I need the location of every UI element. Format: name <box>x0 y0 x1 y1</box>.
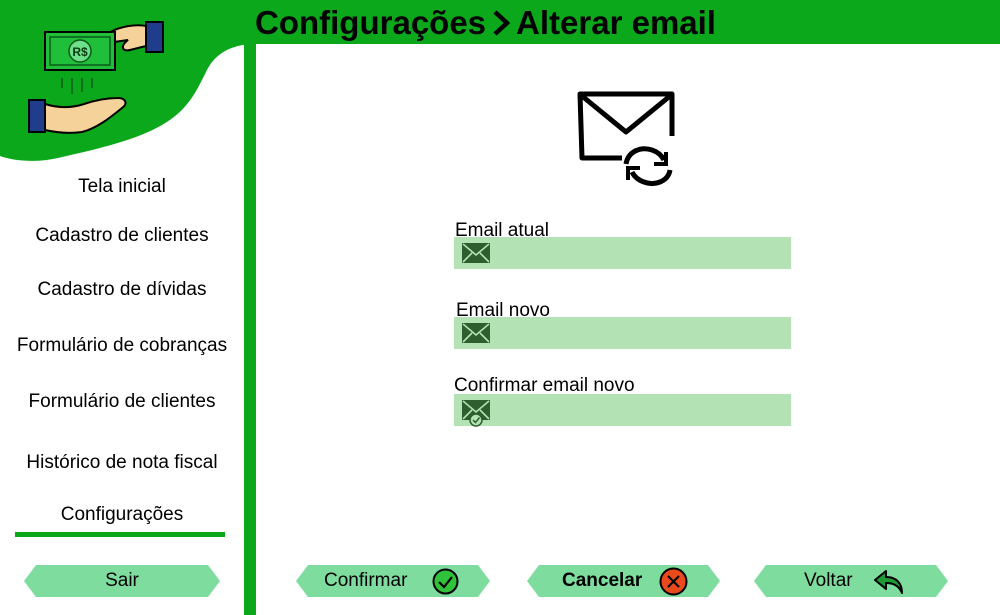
sidebar-item-configuracoes[interactable]: Configurações <box>0 504 244 526</box>
cancel-button[interactable]: Cancelar <box>527 565 720 597</box>
sidebar-item-formulario-clientes[interactable]: Formulário de clientes <box>0 391 244 413</box>
sidebar-item-cadastro-dividas[interactable]: Cadastro de dívidas <box>0 279 244 301</box>
logout-button-label: Sair <box>105 570 139 591</box>
chevron-right-icon <box>492 2 511 44</box>
breadcrumb-subsection: Alterar email <box>516 4 716 41</box>
email-atual-input[interactable] <box>494 237 784 269</box>
confirm-button-label: Confirmar <box>324 570 408 591</box>
envelope-icon <box>462 323 490 343</box>
sidebar-item-historico-nota-fiscal[interactable]: Histórico de nota fiscal <box>0 452 244 474</box>
envelope-icon <box>462 243 490 263</box>
cancel-button-label: Cancelar <box>562 570 643 591</box>
confirmar-email-input[interactable] <box>494 394 784 426</box>
sidebar-item-formulario-cobrancas[interactable]: Formulário de cobranças <box>0 335 244 357</box>
check-circle-icon <box>432 568 459 595</box>
email-refresh-icon <box>577 91 675 186</box>
active-item-indicator <box>15 532 225 537</box>
email-novo-field <box>454 317 791 349</box>
return-arrow-icon <box>874 570 903 594</box>
breadcrumb-section[interactable]: Configurações <box>255 4 486 41</box>
money-hand-logo: R$ <box>28 21 164 134</box>
logout-button[interactable]: Sair <box>24 565 220 597</box>
back-button-label: Voltar <box>804 570 853 591</box>
cancel-circle-icon <box>659 567 688 596</box>
confirmar-email-field <box>454 394 791 427</box>
back-button[interactable]: Voltar <box>754 565 948 597</box>
envelope-check-icon <box>462 400 490 427</box>
page-title: Configurações Alterar email <box>255 2 716 44</box>
sidebar-item-cadastro-clientes[interactable]: Cadastro de clientes <box>0 225 244 247</box>
sidebar-item-tela-inicial[interactable]: Tela inicial <box>0 176 244 198</box>
email-novo-input[interactable] <box>494 317 784 349</box>
email-atual-field <box>454 237 791 269</box>
bill-text: R$ <box>72 45 88 59</box>
confirm-button[interactable]: Confirmar <box>296 565 490 597</box>
sidebar-divider <box>244 44 256 615</box>
